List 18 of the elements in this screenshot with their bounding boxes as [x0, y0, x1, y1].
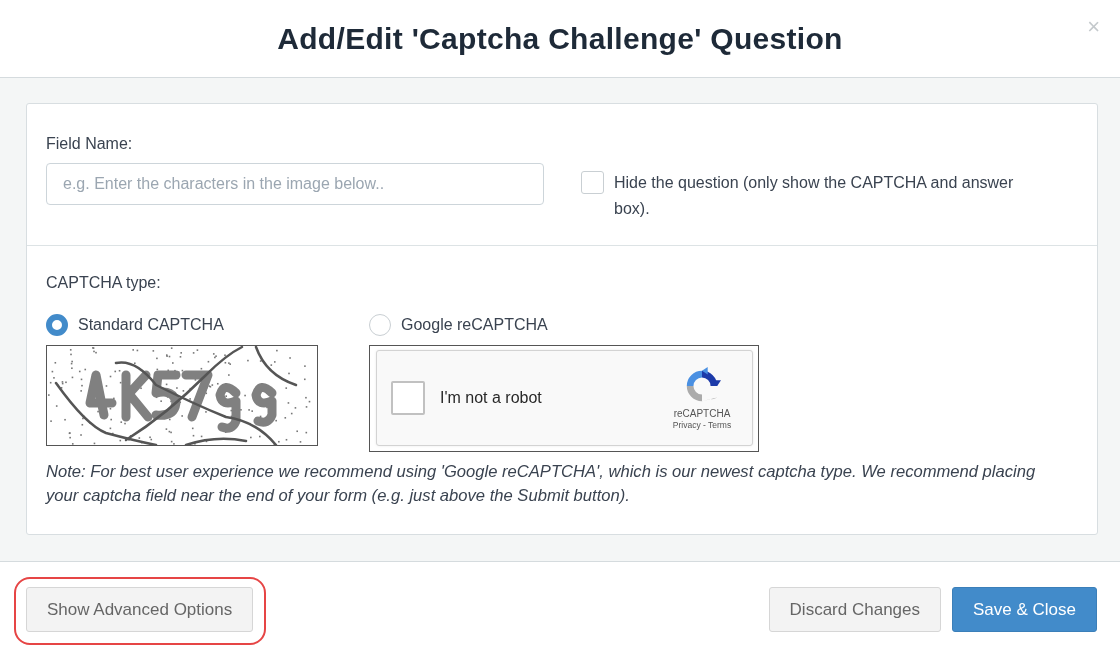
save-button[interactable]: Save & Close: [952, 587, 1097, 632]
checkbox-label: Hide the question (only show the CAPTCHA and answer box).: [614, 173, 1015, 219]
field-label: Field Name:: [46, 134, 133, 154]
recaptcha-brand: reCAPTCHA: [673, 408, 731, 420]
robot-checkbox[interactable]: [391, 381, 425, 415]
secondary-button[interactable]: Discard Changes: [768, 587, 941, 632]
radio-button[interactable]: [369, 314, 391, 336]
radio-label: Google reCAPTCHA: [401, 316, 548, 334]
dialog-title: Add/Edit 'Captcha Challenge' Question: [277, 21, 843, 56]
captcha-type-label: CAPTCHA type:: [46, 273, 161, 293]
privacy-terms-links[interactable]: Privacy - Terms: [672, 420, 732, 431]
radio-label: Standard CAPTCHA: [78, 316, 224, 334]
radio-button[interactable]: [46, 314, 68, 336]
note-text: Note: For best user experience we recommend using 'Google reCAPTCHA', which is our newest captcha type. We recommend placing your captcha field near the end of your form (e.g. just above the Submit button).: [46, 461, 1037, 507]
secondary-button[interactable]: Show Advanced Options: [26, 587, 254, 632]
robot-check-label: I'm not a robot: [440, 389, 542, 407]
field-name-input[interactable]: e.g. Enter the characters in the image below..: [46, 163, 544, 205]
checkbox[interactable]: [581, 171, 604, 194]
